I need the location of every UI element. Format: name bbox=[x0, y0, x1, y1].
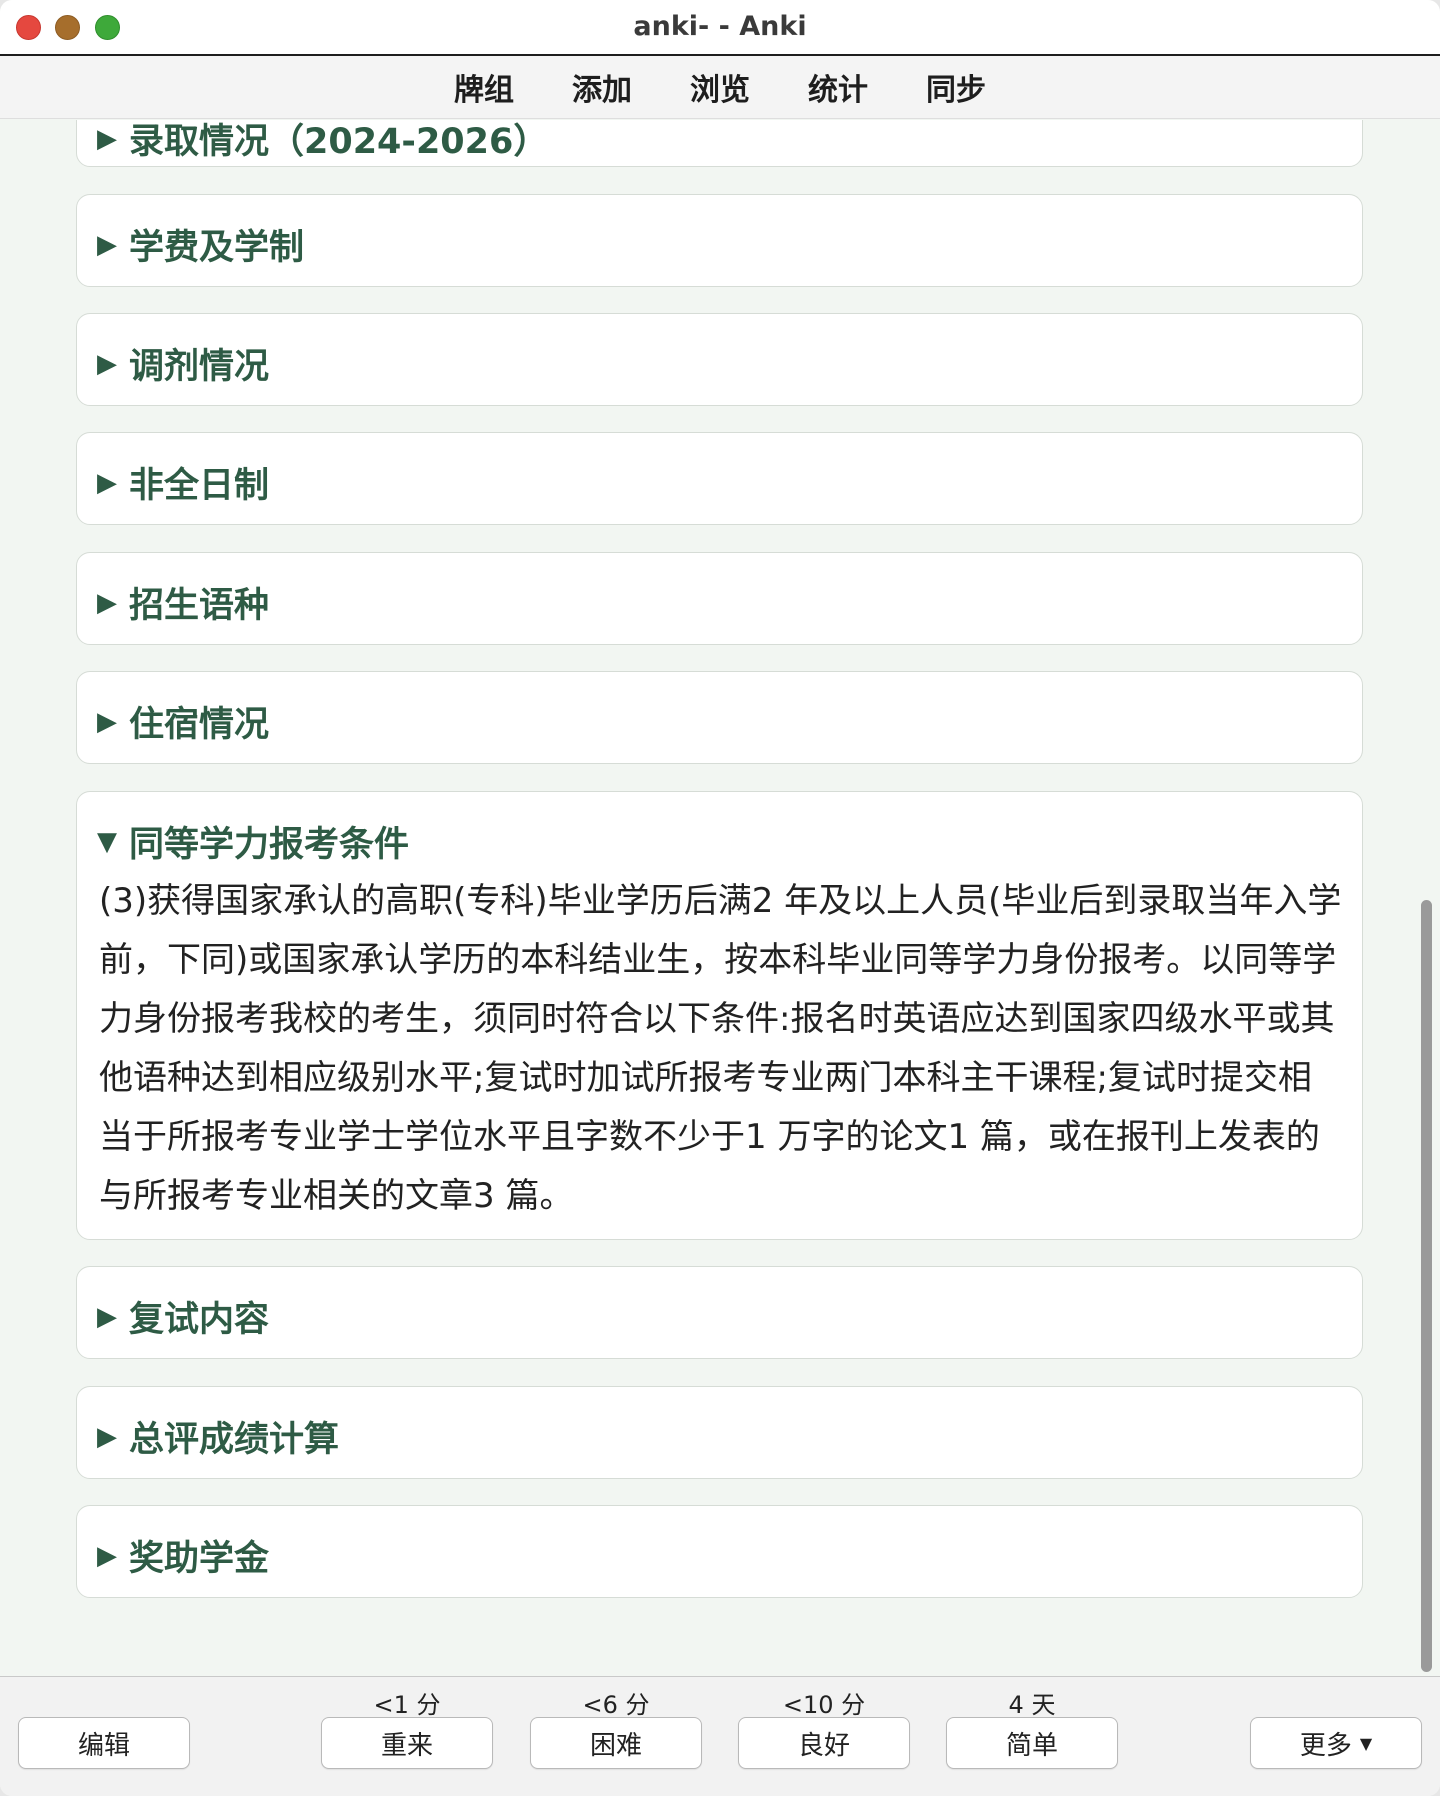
menu-decks[interactable]: 牌组 bbox=[454, 65, 514, 109]
section-title: 录取情况（2024-2026） bbox=[129, 122, 549, 162]
caret-down-icon: ▼ bbox=[1359, 1733, 1373, 1753]
section-header[interactable]: ▶ 录取情况（2024-2026） bbox=[97, 120, 548, 164]
good-button[interactable]: 良好 bbox=[738, 1717, 910, 1769]
section-title: 奖助学金 bbox=[129, 1539, 270, 1579]
section-header[interactable]: ▶ 学费及学制 bbox=[97, 219, 304, 270]
section-tuition[interactable]: ▶ 学费及学制 bbox=[76, 194, 1363, 287]
section-language[interactable]: ▶ 招生语种 bbox=[76, 552, 1363, 645]
section-title: 复试内容 bbox=[129, 1300, 270, 1340]
section-body-text: (3)获得国家承认的高职(专科)毕业学历后满2 年及以上人员(毕业后到录取当年入… bbox=[99, 881, 1342, 1216]
menu-sync[interactable]: 同步 bbox=[926, 65, 986, 109]
hard-button[interactable]: 困难 bbox=[530, 1717, 702, 1769]
edit-button[interactable]: 编辑 bbox=[18, 1717, 190, 1769]
section-header[interactable]: ▶ 复试内容 bbox=[97, 1291, 269, 1342]
triangle-right-icon: ▶ bbox=[97, 123, 117, 154]
section-part-time[interactable]: ▶ 非全日制 bbox=[76, 432, 1363, 525]
triangle-down-icon: ▼ bbox=[97, 826, 117, 857]
menu-stats[interactable]: 统计 bbox=[808, 65, 868, 109]
anki-window: anki- - Anki 牌组 添加 浏览 统计 同步 ▶ 录取情况（2024-… bbox=[0, 0, 1440, 1796]
triangle-right-icon: ▶ bbox=[97, 1540, 117, 1571]
section-title: 总评成绩计算 bbox=[129, 1420, 340, 1460]
hard-interval: <6 分 bbox=[582, 1691, 650, 1719]
again-button[interactable]: 重来 bbox=[321, 1717, 493, 1769]
section-header[interactable]: ▶ 奖助学金 bbox=[97, 1530, 269, 1581]
title-bar: anki- - Anki bbox=[0, 0, 1440, 56]
again-interval: <1 分 bbox=[373, 1691, 441, 1719]
triangle-right-icon: ▶ bbox=[97, 587, 117, 618]
section-header[interactable]: ▶ 招生语种 bbox=[97, 577, 269, 628]
section-title: 同等学力报考条件 bbox=[129, 825, 410, 865]
card-content[interactable]: ▶ 录取情况（2024-2026） ▶ 学费及学制 ▶ 调剂情况 ▶ 非全日制 bbox=[0, 120, 1425, 1675]
section-housing[interactable]: ▶ 住宿情况 bbox=[76, 671, 1363, 764]
section-header[interactable]: ▶ 总评成绩计算 bbox=[97, 1411, 339, 1462]
section-adjustment[interactable]: ▶ 调剂情况 bbox=[76, 313, 1363, 406]
triangle-right-icon: ▶ bbox=[97, 229, 117, 260]
triangle-right-icon: ▶ bbox=[97, 706, 117, 737]
section-header[interactable]: ▶ 住宿情况 bbox=[97, 696, 269, 747]
more-button[interactable]: 更多 ▼ bbox=[1250, 1717, 1422, 1769]
menu-add[interactable]: 添加 bbox=[572, 65, 632, 109]
section-equivalent-education[interactable]: ▼ 同等学力报考条件 (3)获得国家承认的高职(专科)毕业学历后满2 年及以上人… bbox=[76, 791, 1363, 1240]
good-interval: <10 分 bbox=[782, 1691, 866, 1719]
section-scholarships[interactable]: ▶ 奖助学金 bbox=[76, 1505, 1363, 1598]
easy-button[interactable]: 简单 bbox=[946, 1717, 1118, 1769]
review-bottom-bar: 编辑 <1 分 重来 <6 分 困难 <10 分 良好 4 天 简单 更多 ▼ bbox=[0, 1676, 1440, 1796]
menu-browse[interactable]: 浏览 bbox=[690, 65, 750, 109]
section-retest-content[interactable]: ▶ 复试内容 bbox=[76, 1266, 1363, 1359]
section-admission[interactable]: ▶ 录取情况（2024-2026） bbox=[76, 120, 1363, 167]
section-score-calculation[interactable]: ▶ 总评成绩计算 bbox=[76, 1386, 1363, 1479]
more-button-label: 更多 bbox=[1299, 1730, 1352, 1761]
section-header[interactable]: ▶ 调剂情况 bbox=[97, 338, 269, 389]
section-header[interactable]: ▶ 非全日制 bbox=[97, 457, 269, 508]
window-title: anki- - Anki bbox=[633, 11, 807, 42]
triangle-right-icon: ▶ bbox=[97, 1301, 117, 1332]
vertical-scrollbar[interactable] bbox=[1421, 900, 1432, 1672]
top-menu-bar: 牌组 添加 浏览 统计 同步 bbox=[0, 56, 1440, 119]
section-title: 招生语种 bbox=[129, 586, 270, 626]
triangle-right-icon: ▶ bbox=[97, 467, 117, 498]
section-title: 住宿情况 bbox=[129, 705, 270, 745]
section-header[interactable]: ▼ 同等学力报考条件 bbox=[97, 816, 409, 867]
section-title: 调剂情况 bbox=[129, 347, 270, 387]
triangle-right-icon: ▶ bbox=[97, 1421, 117, 1452]
easy-interval: 4 天 bbox=[1008, 1691, 1056, 1719]
triangle-right-icon: ▶ bbox=[97, 348, 117, 379]
section-title: 学费及学制 bbox=[129, 228, 305, 268]
section-title: 非全日制 bbox=[129, 466, 270, 506]
